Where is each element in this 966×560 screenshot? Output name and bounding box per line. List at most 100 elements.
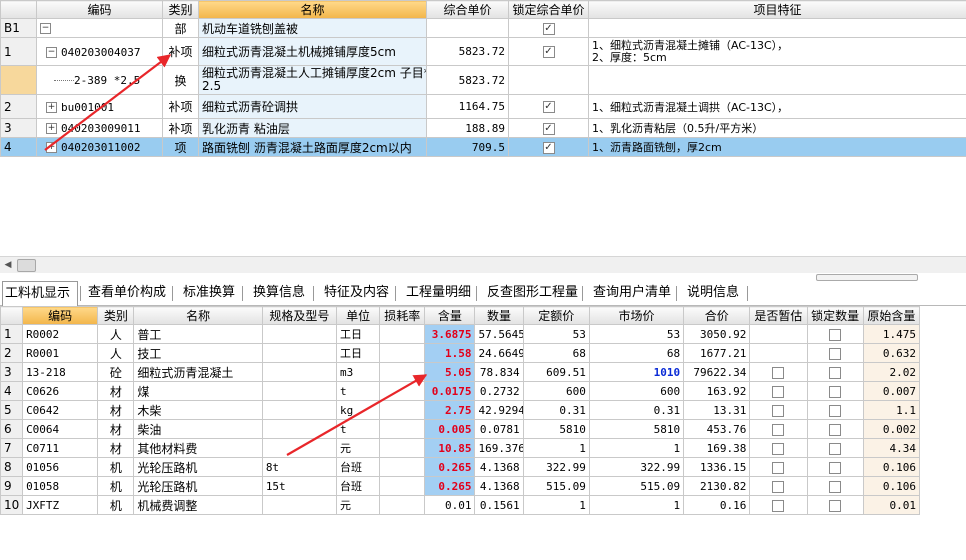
type-cell[interactable]: 材 [97,400,135,420]
header-lock-quantity[interactable]: 锁定数量 [806,306,864,325]
spec-cell[interactable]: 8t [261,457,338,477]
market-price-cell[interactable]: 1 [588,495,685,515]
name-cell[interactable]: 机械费调整 [133,495,263,515]
lock-quantity-checkbox[interactable] [829,442,842,455]
locked-cell[interactable]: ✓ [508,18,589,38]
name-cell[interactable]: 细粒式沥青混凝土人工摊铺厚度2cm 子目* 2.5 [198,65,427,95]
content-cell[interactable]: 0.005 [424,419,476,439]
quantity-cell[interactable]: 78.834 [474,362,524,382]
lock-checkbox[interactable]: ✓ [542,46,555,58]
price-cell[interactable]: 5823.72 [426,65,509,95]
estimate-checkbox[interactable] [772,423,785,436]
code-cell[interactable]: − [36,18,163,38]
lock-quantity-checkbox[interactable] [829,499,842,512]
header-code[interactable]: 编码 [22,306,99,325]
name-cell[interactable]: 机动车道铣刨盖被 [198,18,427,38]
content-cell[interactable]: 5.05 [424,362,476,382]
estimate-checkbox[interactable] [772,385,785,398]
name-cell[interactable]: 其他材料费 [133,438,263,458]
header-is-estimate[interactable]: 是否暂估 [749,306,808,325]
total-cell[interactable]: 0.16 [683,495,751,515]
estimate-checkbox[interactable] [772,442,785,455]
quantity-cell[interactable]: 169.376 [474,438,524,458]
loss-rate-cell[interactable] [379,438,426,458]
name-cell[interactable]: 细粒式沥青砼调拱 [198,94,427,119]
market-price-cell[interactable]: 5810 [588,419,685,439]
feature-cell[interactable]: 1、细粒式沥青混凝土摊铺（AC-13C）， 2、厚度：5cm [588,37,966,66]
name-cell[interactable]: 细粒式沥青混凝土 [133,362,263,382]
tab-unit-price-composition[interactable]: 查看单价构成 [86,281,168,305]
code-cell[interactable]: C0064 [22,419,99,439]
tab-labor-material-machine[interactable]: 工料机显示 [2,281,78,306]
type-cell[interactable]: 项 [162,137,199,157]
name-cell[interactable]: 光轮压路机 [133,457,263,477]
loss-rate-cell[interactable] [379,476,426,496]
table-row[interactable]: B1 − 部 机动车道铣刨盖被 ✓ [0,18,966,38]
estimate-cell[interactable] [749,476,808,496]
quota-price-cell[interactable]: 0.31 [522,400,590,420]
feature-cell[interactable]: 1、沥青路面铣刨，厚2cm [588,137,966,157]
header-loss-rate[interactable]: 损耗率 [379,306,426,325]
tab-standard-conversion[interactable]: 标准换算 [181,281,237,305]
feature-cell[interactable] [588,18,966,38]
name-cell[interactable]: 乳化沥青 粘油层 [198,118,427,138]
code-cell[interactable]: 01058 [22,476,99,496]
content-cell[interactable]: 0.0175 [424,381,476,401]
type-cell[interactable]: 补项 [162,118,199,138]
total-cell[interactable]: 169.38 [683,438,751,458]
original-content-cell[interactable]: 1.1 [862,400,921,420]
lock-quantity-cell[interactable] [806,362,864,382]
spec-cell[interactable]: 15t [261,476,338,496]
code-cell[interactable]: JXFTZ [22,495,99,515]
estimate-checkbox[interactable] [772,480,785,493]
total-cell[interactable]: 1677.21 [683,343,751,363]
header-content[interactable]: 含量 [424,306,476,325]
locked-cell[interactable]: ✓ [508,118,589,138]
content-cell[interactable]: 10.85 [424,438,476,458]
header-quota-price[interactable]: 定额价 [522,306,590,325]
lock-quantity-cell[interactable] [806,495,864,515]
spec-cell[interactable] [261,343,338,363]
lock-quantity-checkbox[interactable] [829,366,842,379]
name-cell[interactable]: 柴油 [133,419,263,439]
expand-icon[interactable]: + [46,101,57,113]
estimate-cell[interactable] [749,495,808,515]
quota-price-cell[interactable]: 609.51 [522,362,590,382]
collapse-icon[interactable]: − [46,46,57,58]
price-cell[interactable] [426,18,509,38]
name-cell[interactable]: 煤 [133,381,263,401]
type-cell[interactable]: 机 [97,457,135,477]
header-type[interactable]: 类别 [162,0,199,19]
quantity-cell[interactable]: 57.5645 [474,324,524,344]
header-total[interactable]: 合价 [683,306,751,325]
price-cell[interactable]: 5823.72 [426,37,509,66]
loss-rate-cell[interactable] [379,362,426,382]
type-cell[interactable]: 补项 [162,94,199,119]
horizontal-scrollbar[interactable]: ◀ [0,256,966,273]
quota-price-cell[interactable]: 515.09 [522,476,590,496]
header-code[interactable]: 编码 [36,0,163,19]
unit-cell[interactable]: t [336,419,381,439]
table-row[interactable]: 10 JXFTZ 机机械费调整元 0.01 0.1561 1 1 0.16 0.01 [0,495,921,515]
quantity-cell[interactable]: 24.6649 [474,343,524,363]
total-cell[interactable]: 13.31 [683,400,751,420]
lock-quantity-checkbox[interactable] [829,423,842,436]
loss-rate-cell[interactable] [379,495,426,515]
scroll-left-icon[interactable]: ◀ [0,257,16,273]
loss-rate-cell[interactable] [379,343,426,363]
name-cell[interactable]: 细粒式沥青混凝土机械摊铺厚度5cm [198,37,427,66]
lock-checkbox[interactable]: ✓ [542,122,555,135]
original-content-cell[interactable]: 0.002 [862,419,921,439]
locked-cell[interactable] [508,65,589,95]
code-cell[interactable]: 01056 [22,457,99,477]
type-cell[interactable]: 部 [162,18,199,38]
quota-price-cell[interactable]: 53 [522,324,590,344]
table-row[interactable]: 5 C0642 材木柴 kg 2.75 42.9294 0.31 0.31 13.31 1.1 [0,400,921,420]
original-content-cell[interactable]: 0.106 [862,476,921,496]
quantity-cell[interactable]: 0.0781 [474,419,524,439]
header-type[interactable]: 类别 [97,306,135,325]
lock-quantity-checkbox[interactable] [829,328,842,341]
estimate-cell[interactable] [749,362,808,382]
lock-quantity-cell[interactable] [806,381,864,401]
estimate-cell[interactable] [749,343,808,363]
